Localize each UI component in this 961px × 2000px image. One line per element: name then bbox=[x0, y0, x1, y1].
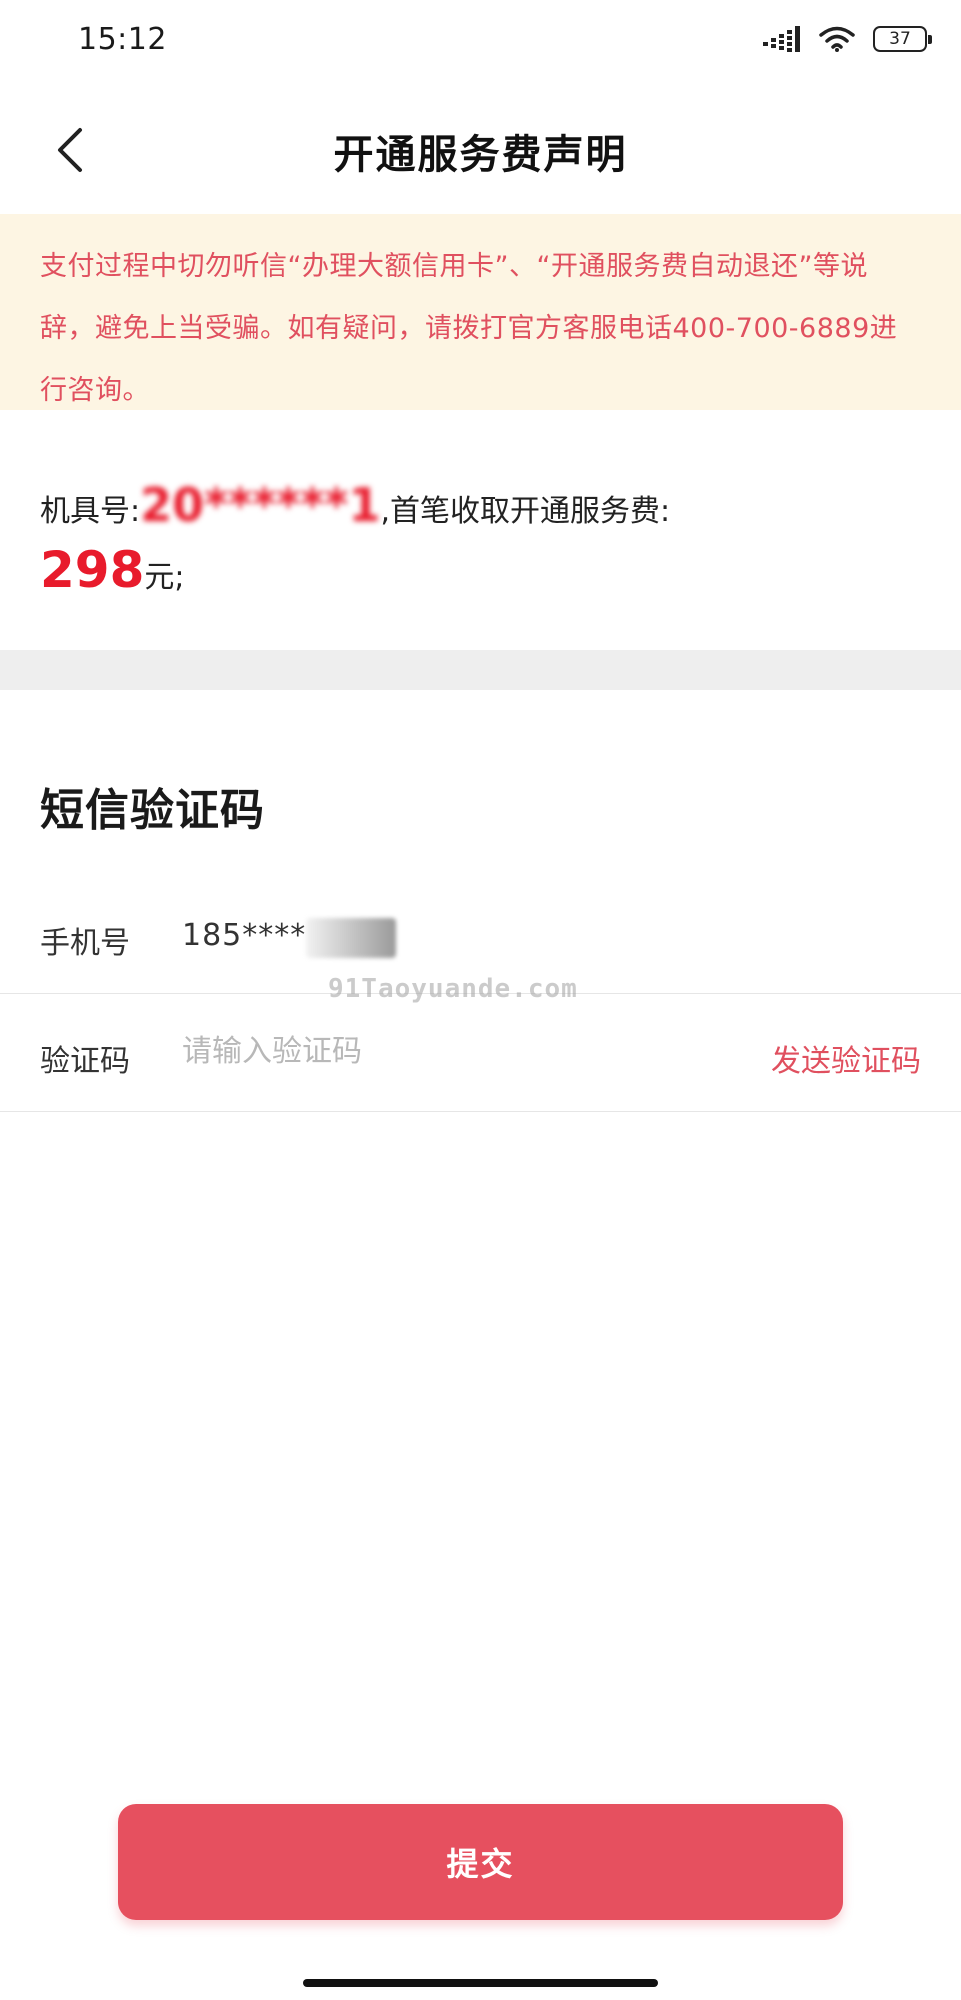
battery-level: 37 bbox=[889, 29, 911, 49]
warning-notice: 支付过程中切勿听信“办理大额信用卡”、“开通服务费自动退还”等说辞，避免上当受骗… bbox=[0, 214, 961, 410]
fee-label: ,首笔收取开通服务费: bbox=[380, 494, 671, 529]
status-time: 15:12 bbox=[78, 22, 167, 57]
nav-bar: 开通服务费声明 bbox=[0, 84, 961, 214]
phone-label: 手机号 bbox=[40, 926, 130, 961]
fee-amount: 298 bbox=[40, 541, 145, 599]
warning-text: 支付过程中切勿听信“办理大额信用卡”、“开通服务费自动退还”等说辞，避免上当受骗… bbox=[40, 251, 898, 406]
code-label: 验证码 bbox=[40, 1044, 130, 1079]
sms-section-title: 短信验证码 bbox=[40, 785, 265, 836]
code-row: 验证码 发送验证码 bbox=[0, 994, 961, 1112]
page-title: 开通服务费声明 bbox=[333, 132, 628, 178]
wifi-icon bbox=[819, 26, 855, 52]
home-indicator[interactable] bbox=[303, 1979, 658, 1987]
submit-button[interactable]: 提交 bbox=[118, 1804, 843, 1920]
send-code-button[interactable]: 发送验证码 bbox=[771, 1036, 921, 1080]
section-divider bbox=[0, 650, 961, 690]
status-icons: 37 bbox=[763, 26, 932, 52]
status-bar: 15:12 37 bbox=[0, 0, 961, 84]
device-number: 20******1 bbox=[140, 478, 381, 532]
phone-value: 185**** bbox=[182, 918, 307, 953]
battery-icon: 37 bbox=[873, 26, 932, 52]
fee-unit: 元; bbox=[144, 560, 185, 595]
phone-mask bbox=[306, 918, 396, 958]
fee-statement: 机具号:20******1,首笔收取开通服务费: 298元; bbox=[0, 410, 961, 650]
verification-code-input[interactable] bbox=[182, 1024, 682, 1078]
signal-icon bbox=[763, 26, 800, 52]
watermark: 91Taoyuande.com bbox=[328, 974, 578, 1004]
device-label: 机具号: bbox=[40, 494, 141, 529]
